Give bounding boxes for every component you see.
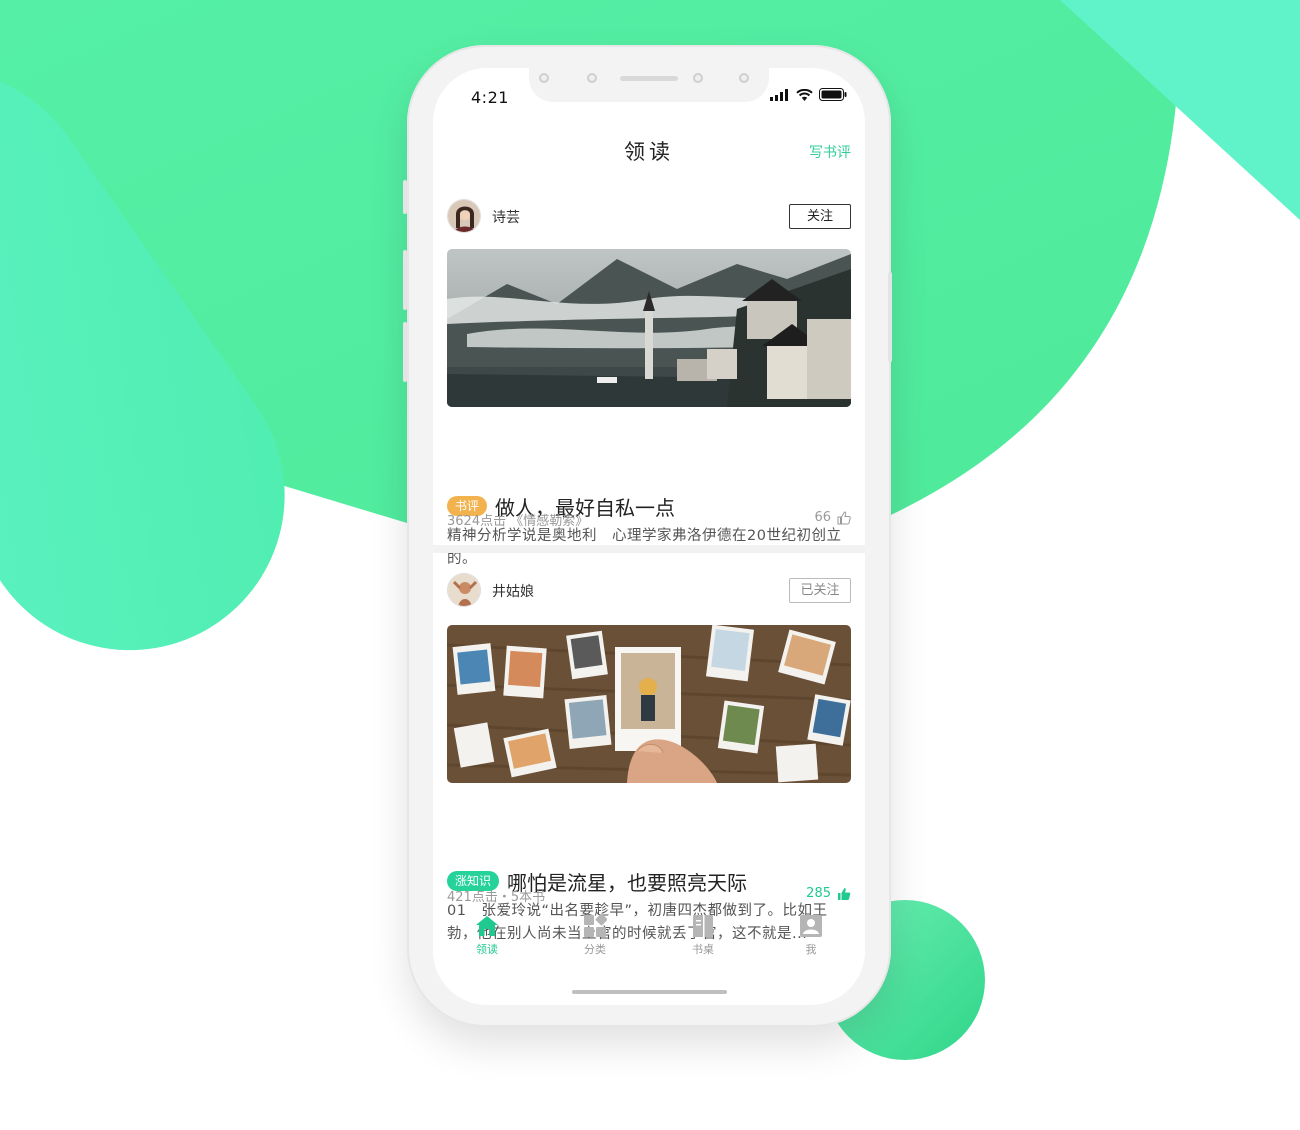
tab-desk[interactable]: 书桌 — [649, 910, 757, 962]
camera-dot — [587, 73, 597, 83]
tab-label: 分类 — [584, 943, 606, 956]
tab-me[interactable]: 我 — [757, 910, 865, 962]
sensor-dot — [739, 73, 749, 83]
like-count: 66 — [814, 510, 831, 525]
like-count: 285 — [806, 886, 831, 901]
thumbs-up-icon — [837, 510, 851, 524]
like-button[interactable]: 66 — [814, 510, 851, 525]
follow-button[interactable]: 关注 — [789, 204, 851, 229]
post-cover-image[interactable] — [447, 249, 851, 407]
section-divider — [433, 545, 865, 553]
camera-dot — [693, 73, 703, 83]
post-author-row: 诗芸 关注 — [447, 199, 851, 233]
page-title: 领读 — [624, 140, 674, 164]
home-icon — [476, 916, 498, 936]
signal-icon — [770, 88, 788, 101]
phone-screen: 4:21 领读 写书评 诗芸 关注 书评 做人，最好自私一点 精神分析学说是奥地… — [433, 68, 865, 1005]
wifi-icon — [796, 88, 813, 101]
tab-label: 我 — [805, 943, 817, 956]
battery-icon — [819, 88, 847, 101]
sensor-dot — [539, 73, 549, 83]
post-cover-image[interactable] — [447, 625, 851, 783]
bottom-tab-bar: 领读 分类 书桌 我 — [433, 910, 865, 962]
post-card[interactable]: 诗芸 关注 书评 做人，最好自私一点 精神分析学说是奥地利 心理学家弗洛伊德在2… — [447, 199, 851, 567]
write-review-link[interactable]: 写书评 — [809, 142, 851, 162]
thumbs-up-filled-icon — [838, 887, 851, 900]
post-meta: 3624点击 《情感勒索》 — [447, 514, 589, 529]
book-icon — [693, 915, 713, 937]
phone-volume-up-button — [403, 250, 407, 310]
username[interactable]: 诗芸 — [492, 207, 520, 227]
status-icons — [770, 88, 847, 101]
post-author-row: 井姑娘 已关注 — [447, 573, 851, 607]
like-button[interactable]: 285 — [806, 886, 851, 901]
post-card[interactable]: 井姑娘 已关注 涨知识 哪怕是流星，也要照亮天际 01 张爱玲说“出名要趁早”，… — [447, 573, 851, 942]
speaker-grille — [620, 76, 678, 81]
phone-volume-down-button — [403, 322, 407, 382]
home-indicator[interactable] — [572, 990, 727, 994]
status-time: 4:21 — [471, 88, 509, 107]
category-icon — [584, 914, 607, 937]
tab-lingdu[interactable]: 领读 — [433, 910, 541, 962]
avatar[interactable] — [447, 199, 481, 233]
tab-label: 书桌 — [692, 943, 714, 956]
phone-side-button — [403, 180, 407, 214]
profile-icon — [800, 915, 822, 937]
tab-label: 领读 — [476, 943, 498, 956]
tab-category[interactable]: 分类 — [541, 910, 649, 962]
post-meta: 421点击・5本书 — [447, 890, 546, 905]
avatar[interactable] — [447, 573, 481, 607]
username[interactable]: 井姑娘 — [492, 581, 534, 601]
phone-notch — [529, 68, 769, 102]
followed-button[interactable]: 已关注 — [789, 578, 851, 603]
phone-power-button — [888, 272, 892, 362]
